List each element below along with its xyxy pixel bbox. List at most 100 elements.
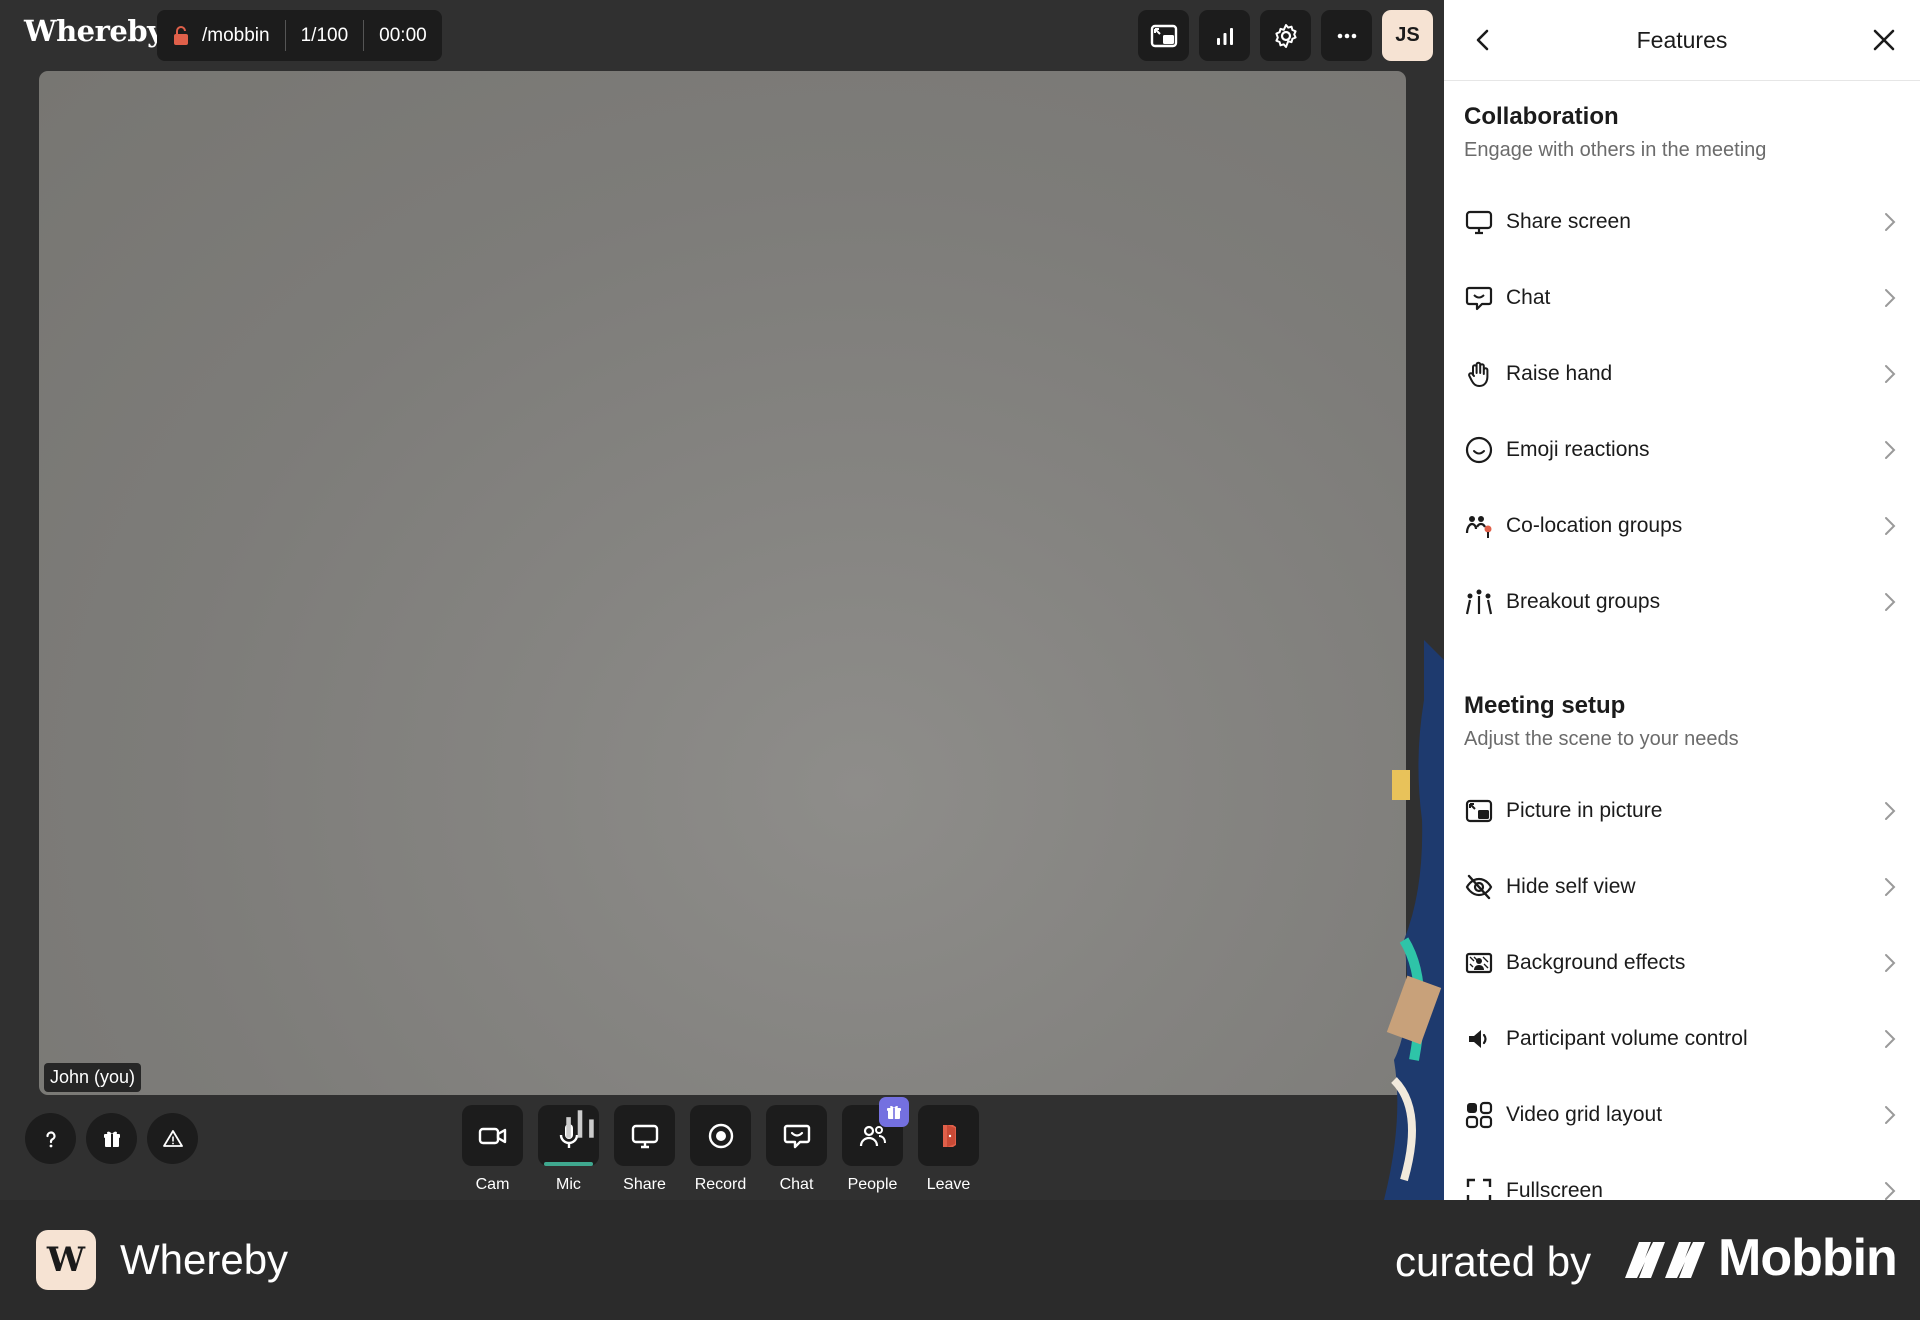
chevron-right-icon (1885, 802, 1896, 820)
feature-raise-hand[interactable]: Raise hand (1444, 336, 1920, 412)
gift-icon (103, 1131, 120, 1147)
breakout-icon (1464, 587, 1494, 617)
chat-control: Chat (766, 1105, 827, 1194)
chevron-right-icon (1885, 517, 1896, 535)
leave-button[interactable] (918, 1105, 979, 1166)
meeting-setup-section: Meeting setup Adjust the scene to your n… (1444, 670, 1920, 751)
cam-button[interactable] (462, 1105, 523, 1166)
question-icon (45, 1130, 56, 1147)
share-label: Share (623, 1176, 666, 1193)
self-video-tile[interactable] (39, 71, 1406, 1095)
feature-hide-self-view[interactable]: Hide self view (1444, 849, 1920, 925)
app-root: Whereby /mobbin 1/100 00:00 JS John (you… (0, 0, 1920, 1320)
close-panel-button[interactable] (1866, 22, 1902, 58)
meeting-setup-list: Picture in picture Hide self view Backgr… (1444, 773, 1920, 1200)
feature-emoji-reactions[interactable]: Emoji reactions (1444, 412, 1920, 488)
feature-label: Chat (1506, 286, 1551, 309)
record-button[interactable] (690, 1105, 751, 1166)
mic-level-icon (566, 1110, 594, 1138)
panel-header: Features (1444, 0, 1920, 81)
feature-chat[interactable]: Chat (1444, 260, 1920, 336)
feature-background-effects[interactable]: Background effects (1444, 925, 1920, 1001)
meeting-timer: 00:00 (379, 24, 427, 46)
chat-label: Chat (779, 1176, 814, 1193)
cam-control: Cam (462, 1105, 523, 1194)
feature-co-location-groups[interactable]: Co-location groups (1444, 488, 1920, 564)
people-control: People (842, 1097, 909, 1194)
whereby-app-icon: W (36, 1230, 96, 1290)
picture-in-picture-icon (1150, 24, 1177, 47)
curation-footer: W Whereby curated by Mobbin (0, 1200, 1920, 1320)
help-button[interactable] (25, 1113, 76, 1164)
section-title: Collaboration (1464, 103, 1619, 130)
leave-control: Leave (918, 1105, 979, 1194)
participant-count: 1/100 (300, 24, 349, 46)
record-label: Record (694, 1176, 747, 1193)
feature-label: Share screen (1506, 210, 1631, 233)
picture-in-picture-icon (1464, 796, 1494, 826)
close-icon (1873, 29, 1895, 51)
people-pin-icon (1464, 511, 1494, 541)
background-icon (1464, 948, 1494, 978)
monitor-icon (631, 1124, 658, 1148)
monitor-icon (1464, 207, 1494, 237)
room-name: /mobbin (202, 24, 270, 46)
feature-picture-in-picture[interactable]: Picture in picture (1444, 773, 1920, 849)
leave-door-icon (942, 1124, 956, 1147)
curated-by-text: curated by (1395, 1238, 1592, 1285)
room-name-segment[interactable]: /mobbin (157, 10, 285, 61)
chevron-right-icon (1885, 593, 1896, 611)
chevron-right-icon (1885, 1182, 1896, 1200)
people-badge (879, 1097, 909, 1127)
warning-icon (162, 1129, 183, 1147)
more-options-button[interactable] (1321, 10, 1372, 61)
grid-icon (1464, 1100, 1494, 1130)
signal-bars-icon (1216, 27, 1233, 45)
chevron-right-icon (1885, 365, 1896, 383)
section-title: Meeting setup (1464, 692, 1626, 719)
whereby-logo[interactable]: Whereby (24, 14, 164, 48)
chevron-right-icon (1885, 878, 1896, 896)
share-button[interactable] (614, 1105, 675, 1166)
feature-video-grid-layout[interactable]: Video grid layout (1444, 1077, 1920, 1153)
gift-icon (887, 1105, 901, 1119)
smiley-icon (1464, 435, 1494, 465)
collaboration-list: Share screen Chat Raise hand Emoji react… (1444, 184, 1920, 640)
section-subtitle: Engage with others in the meeting (1464, 139, 1767, 161)
feature-participant-volume[interactable]: Participant volume control (1444, 1001, 1920, 1077)
feature-breakout-groups[interactable]: Breakout groups (1444, 564, 1920, 640)
feature-label: Video grid layout (1506, 1103, 1663, 1126)
chevron-right-icon (1885, 954, 1896, 972)
report-issue-button[interactable] (147, 1113, 198, 1164)
mobbin-brand: Mobbin (1718, 1229, 1898, 1287)
chat-bubble-icon (783, 1124, 810, 1148)
people-button[interactable] (842, 1097, 909, 1166)
feature-label: Picture in picture (1506, 799, 1663, 822)
people-label: People (847, 1176, 898, 1193)
features-panel: Features Collaboration Engage with other… (1444, 0, 1920, 1200)
connection-stats-button[interactable] (1199, 10, 1250, 61)
settings-button[interactable] (1260, 10, 1311, 61)
room-info-pill: /mobbin 1/100 00:00 (157, 10, 442, 61)
feature-fullscreen[interactable]: Fullscreen (1444, 1153, 1920, 1200)
section-subtitle: Adjust the scene to your needs (1464, 728, 1739, 750)
record-control: Record (690, 1105, 751, 1194)
leave-label: Leave (926, 1176, 971, 1193)
feature-label: Breakout groups (1506, 590, 1661, 613)
chat-button[interactable] (766, 1105, 827, 1166)
feature-label: Background effects (1506, 951, 1686, 974)
feature-label: Participant volume control (1506, 1027, 1748, 1050)
user-avatar[interactable]: JS (1382, 10, 1433, 61)
eye-off-icon (1464, 872, 1494, 902)
cam-label: Cam (475, 1176, 510, 1193)
picture-in-picture-button[interactable] (1138, 10, 1189, 61)
feature-share-screen[interactable]: Share screen (1444, 184, 1920, 260)
chevron-right-icon (1885, 1030, 1896, 1048)
collaboration-section: Collaboration Engage with others in the … (1444, 81, 1920, 162)
back-button[interactable] (1466, 22, 1502, 58)
whats-new-button[interactable] (86, 1113, 137, 1164)
share-control: Share (614, 1105, 675, 1194)
mic-button[interactable] (538, 1105, 599, 1166)
chevron-right-icon (1885, 289, 1896, 307)
gear-icon (1274, 23, 1297, 48)
